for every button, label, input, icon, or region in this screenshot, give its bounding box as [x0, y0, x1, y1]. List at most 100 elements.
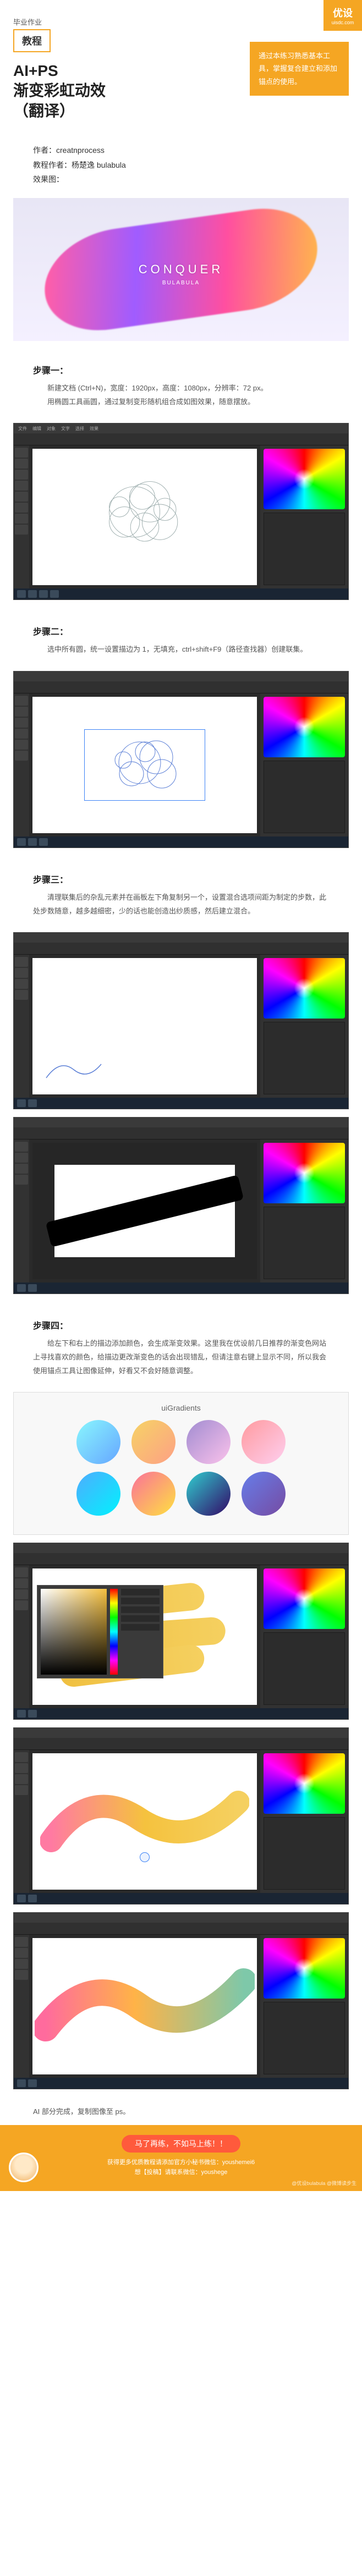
menu-item[interactable]: 效果	[90, 426, 98, 432]
ai-tool-panel[interactable]	[14, 445, 29, 588]
ai-tool-panel[interactable]	[14, 1750, 29, 1893]
taskbar-icon[interactable]	[17, 590, 26, 598]
taskbar-icon[interactable]	[17, 2079, 26, 2087]
taskbar-icon[interactable]	[17, 1895, 26, 1902]
ai-control-bar[interactable]	[14, 1923, 348, 1935]
tool-icon[interactable]	[15, 729, 28, 739]
windows-taskbar[interactable]	[14, 1893, 348, 1904]
value-input[interactable]	[121, 1606, 160, 1613]
layers-panel[interactable]	[264, 1817, 345, 1890]
hue-strip[interactable]	[110, 1589, 118, 1675]
gradient-swatch[interactable]	[242, 1472, 286, 1516]
windows-taskbar[interactable]	[14, 1708, 348, 1719]
tool-icon[interactable]	[15, 718, 28, 728]
taskbar-icon[interactable]	[28, 2079, 37, 2087]
ai-artboard[interactable]	[32, 1753, 257, 1890]
taskbar-icon[interactable]	[39, 590, 48, 598]
taskbar-icon[interactable]	[17, 1099, 26, 1107]
tool-icon[interactable]	[15, 1175, 28, 1185]
tool-icon[interactable]	[15, 696, 28, 706]
tool-icon[interactable]	[15, 968, 28, 978]
layers-panel[interactable]	[264, 2002, 345, 2074]
gradient-swatch[interactable]	[187, 1472, 231, 1516]
tool-icon[interactable]	[15, 525, 28, 535]
menu-item[interactable]: 编辑	[32, 426, 41, 432]
ai-artboard-dark[interactable]	[32, 1143, 257, 1279]
ai-menubar[interactable]	[14, 1543, 348, 1553]
ai-right-panels[interactable]	[260, 1140, 348, 1283]
ai-menubar[interactable]	[14, 1728, 348, 1738]
ai-tool-panel[interactable]	[14, 1140, 29, 1283]
ai-right-panels[interactable]	[260, 1565, 348, 1708]
ai-artboard[interactable]	[32, 958, 257, 1094]
ai-control-bar[interactable]	[14, 943, 348, 955]
tool-icon[interactable]	[15, 459, 28, 469]
tool-icon[interactable]	[15, 1763, 28, 1773]
ai-tool-panel[interactable]	[14, 1565, 29, 1708]
taskbar-icon[interactable]	[28, 1895, 37, 1902]
value-input[interactable]	[121, 1624, 160, 1631]
ai-right-panels[interactable]	[260, 693, 348, 836]
tool-icon[interactable]	[15, 1774, 28, 1784]
color-panel[interactable]	[264, 958, 345, 1019]
menu-item[interactable]: 选择	[75, 426, 84, 432]
gradient-swatch[interactable]	[76, 1472, 120, 1516]
tool-icon[interactable]	[15, 1959, 28, 1969]
gradient-swatch[interactable]	[76, 1420, 120, 1464]
ai-artboard[interactable]	[32, 697, 257, 833]
ai-control-bar[interactable]	[14, 1738, 348, 1750]
tool-icon[interactable]	[15, 514, 28, 524]
layers-panel[interactable]	[264, 1207, 345, 1279]
ai-menubar[interactable]	[14, 1118, 348, 1127]
ai-control-bar[interactable]	[14, 433, 348, 445]
windows-taskbar[interactable]	[14, 1283, 348, 1293]
ai-tool-panel[interactable]	[14, 955, 29, 1098]
tool-icon[interactable]	[15, 957, 28, 967]
tool-icon[interactable]	[15, 1752, 28, 1762]
gradient-swatch[interactable]	[131, 1420, 175, 1464]
ai-artboard[interactable]	[32, 1938, 257, 2074]
tool-icon[interactable]	[15, 1948, 28, 1958]
tool-icon[interactable]	[15, 1970, 28, 1980]
anchor-indicator[interactable]	[140, 1852, 150, 1862]
tool-icon[interactable]	[15, 979, 28, 989]
gradient-swatch[interactable]	[242, 1420, 286, 1464]
tool-icon[interactable]	[15, 492, 28, 502]
windows-taskbar[interactable]	[14, 1098, 348, 1109]
windows-taskbar[interactable]	[14, 2078, 348, 2089]
color-panel[interactable]	[264, 697, 345, 757]
windows-taskbar[interactable]	[14, 836, 348, 847]
ai-menubar[interactable]	[14, 933, 348, 943]
color-field[interactable]	[41, 1589, 107, 1675]
taskbar-icon[interactable]	[28, 590, 37, 598]
taskbar-icon[interactable]	[50, 590, 59, 598]
ai-menubar[interactable]	[14, 671, 348, 681]
value-input[interactable]	[121, 1598, 160, 1604]
windows-taskbar[interactable]	[14, 588, 348, 599]
taskbar-icon[interactable]	[17, 1284, 26, 1292]
tool-icon[interactable]	[15, 481, 28, 491]
tool-icon[interactable]	[15, 1153, 28, 1163]
ai-menubar[interactable]	[14, 1913, 348, 1923]
tool-icon[interactable]	[15, 707, 28, 717]
color-panel[interactable]	[264, 449, 345, 509]
gradient-swatch[interactable]	[131, 1472, 175, 1516]
ai-menubar[interactable]: 文件 编辑 对象 文字 选择 效果	[14, 423, 348, 433]
taskbar-icon[interactable]	[28, 838, 37, 846]
taskbar-icon[interactable]	[28, 1710, 37, 1718]
menu-item[interactable]: 对象	[47, 426, 56, 432]
tool-icon[interactable]	[15, 990, 28, 1000]
ai-right-panels[interactable]	[260, 1750, 348, 1893]
taskbar-icon[interactable]	[28, 1099, 37, 1107]
color-panel[interactable]	[264, 1143, 345, 1203]
ai-control-bar[interactable]	[14, 1127, 348, 1140]
gradient-swatch[interactable]	[187, 1420, 231, 1464]
tool-icon[interactable]	[15, 1164, 28, 1174]
ai-control-bar[interactable]	[14, 681, 348, 693]
layers-panel[interactable]	[264, 513, 345, 585]
tool-icon[interactable]	[15, 1785, 28, 1795]
layers-panel[interactable]	[264, 761, 345, 833]
ai-tool-panel[interactable]	[14, 693, 29, 836]
ai-artboard[interactable]	[32, 1568, 257, 1705]
menu-item[interactable]: 文件	[18, 426, 27, 432]
